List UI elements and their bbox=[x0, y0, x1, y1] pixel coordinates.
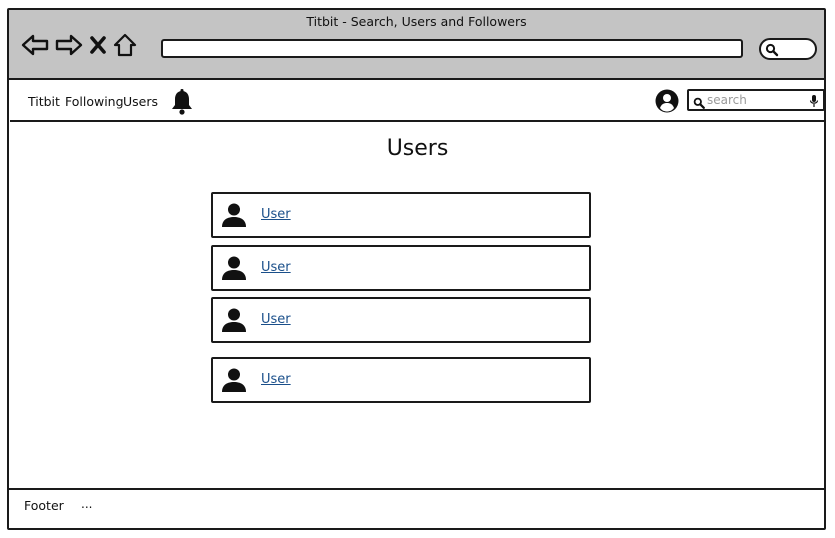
app-navbar: Titbit Following Users bbox=[10, 80, 825, 122]
home-icon[interactable] bbox=[113, 33, 137, 57]
footer-more: ... bbox=[81, 497, 93, 511]
user-list-item: User bbox=[211, 245, 591, 291]
user-link[interactable]: User bbox=[261, 207, 291, 222]
microphone-icon[interactable] bbox=[809, 93, 819, 112]
browser-chrome: Titbit - Search, Users and Followers bbox=[9, 10, 824, 80]
bell-icon[interactable] bbox=[170, 89, 194, 119]
page-title: Users bbox=[386, 136, 449, 161]
user-link[interactable]: User bbox=[261, 372, 291, 387]
user-icon bbox=[221, 202, 247, 232]
search-input[interactable] bbox=[707, 92, 807, 108]
user-icon bbox=[221, 307, 247, 337]
close-icon[interactable] bbox=[89, 34, 107, 56]
browser-search-button[interactable] bbox=[759, 38, 817, 60]
browser-nav-controls bbox=[21, 32, 137, 58]
user-link[interactable]: User bbox=[261, 260, 291, 275]
address-bar[interactable] bbox=[161, 39, 743, 58]
user-icon bbox=[221, 367, 247, 397]
user-circle-icon[interactable] bbox=[655, 89, 679, 117]
search-box bbox=[687, 89, 825, 111]
user-link[interactable]: User bbox=[261, 312, 291, 327]
user-list-item: User bbox=[211, 297, 591, 343]
forward-arrow-icon[interactable] bbox=[55, 33, 83, 57]
page-footer: Footer ... bbox=[8, 488, 825, 518]
back-arrow-icon[interactable] bbox=[21, 33, 49, 57]
window-title: Titbit - Search, Users and Followers bbox=[306, 14, 527, 29]
user-icon bbox=[221, 255, 247, 285]
nav-following-link[interactable]: Following bbox=[65, 94, 124, 109]
nav-users-link[interactable]: Users bbox=[123, 94, 158, 109]
user-list-item: User bbox=[211, 192, 591, 238]
footer-label: Footer bbox=[24, 498, 64, 513]
brand-link[interactable]: Titbit bbox=[28, 94, 60, 109]
user-list-item: User bbox=[211, 357, 591, 403]
search-icon bbox=[693, 94, 705, 113]
